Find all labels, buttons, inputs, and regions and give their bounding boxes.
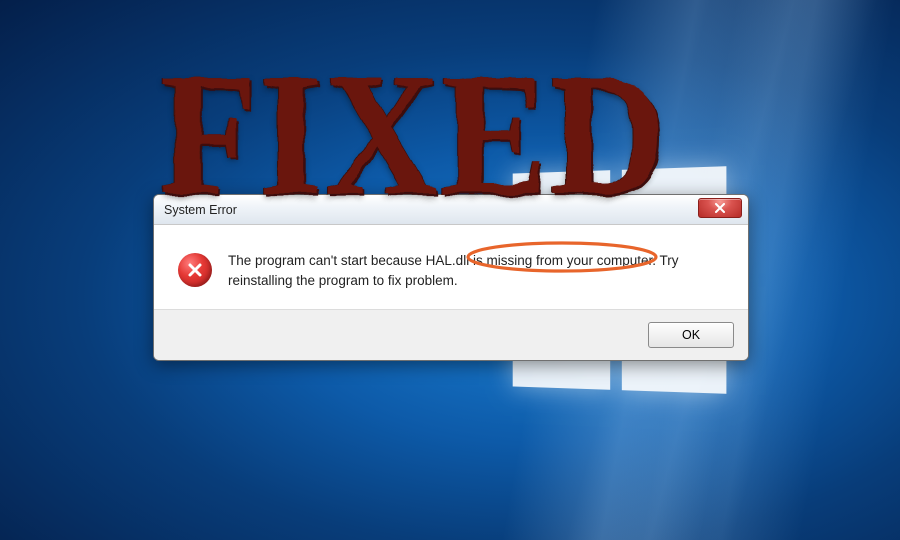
dialog-message: The program can't start because HAL.dll … <box>228 251 698 291</box>
dialog-footer: OK <box>154 309 748 360</box>
close-icon <box>714 203 726 213</box>
dialog-titlebar: System Error <box>154 195 748 225</box>
ok-button[interactable]: OK <box>648 322 734 348</box>
close-button[interactable] <box>698 198 742 218</box>
error-icon <box>178 253 212 287</box>
dialog-body: The program can't start because HAL.dll … <box>154 225 748 309</box>
error-dialog: System Error The program can't start bec… <box>153 194 749 361</box>
dialog-title: System Error <box>164 203 237 217</box>
